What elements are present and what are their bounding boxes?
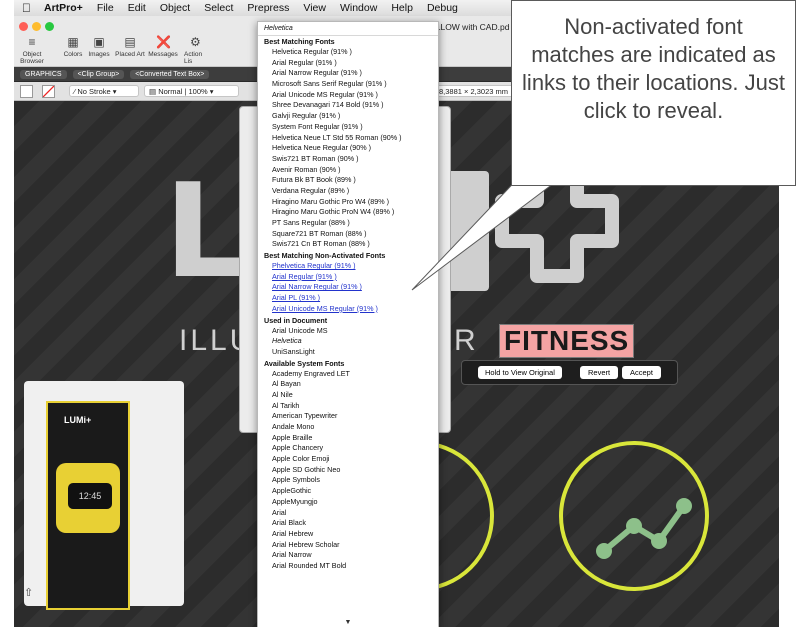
font-option[interactable]: Arial Unicode MS <box>258 326 438 337</box>
menu-app-name[interactable]: ArtPro+ <box>37 2 90 14</box>
trend-icon <box>596 498 692 559</box>
font-option[interactable]: Arial Hebrew <box>258 529 438 540</box>
package-watch-display: 12:45 <box>68 483 112 509</box>
menu-prepress[interactable]: Prepress <box>240 2 296 14</box>
hold-to-view-original-button[interactable]: Hold to View Original <box>478 366 562 379</box>
tagline-mid: R <box>454 324 479 357</box>
font-option[interactable]: Apple Chancery <box>258 443 438 454</box>
breadcrumb-graphics[interactable]: GRAPHICS <box>20 69 67 79</box>
system-fonts-header: Available System Fonts <box>264 358 345 368</box>
highlighted-text-fitness[interactable]: FITNESS <box>499 324 635 358</box>
fill-swatch[interactable] <box>20 85 33 98</box>
best-matching-header: Best Matching Fonts <box>264 37 335 46</box>
font-option[interactable]: Helvetica Regular (91% ) <box>258 47 438 58</box>
blend-icon: ▤ <box>149 87 157 96</box>
font-option[interactable]: AppleMyungjo <box>258 497 438 508</box>
font-option[interactable]: Al Nile <box>258 390 438 401</box>
menu-debug[interactable]: Debug <box>420 2 465 14</box>
font-dropdown-menu: Helvetica Best Matching Fonts Helvetica … <box>257 21 439 627</box>
font-option[interactable]: Al Bayan <box>258 379 438 390</box>
menu-window[interactable]: Window <box>333 2 384 14</box>
package-brand: LUMi+ <box>64 415 92 425</box>
menu-file[interactable]: File <box>90 2 121 14</box>
font-option[interactable]: Galvji Regular (91% ) <box>258 111 438 122</box>
blend-select[interactable]: ▤ Normal | 100% ▾ <box>144 85 239 97</box>
font-option[interactable]: Apple Color Emoji <box>258 454 438 465</box>
placed-art-icon: ▤ <box>124 35 136 49</box>
object-browser-button[interactable]: ≡ Object Browser <box>14 36 53 65</box>
font-option[interactable]: System Font Regular (91% ) <box>258 122 438 133</box>
font-option[interactable]: Arial Black <box>258 518 438 529</box>
apple-icon[interactable]:  <box>14 1 37 15</box>
font-option[interactable]: Apple Braille <box>258 433 438 444</box>
pen-icon: ⁄ <box>74 87 76 96</box>
font-option[interactable]: Helvetica Neue Regular (90% ) <box>258 143 438 154</box>
breadcrumb-clip-group[interactable]: <Clip Group> <box>72 69 125 79</box>
accept-button[interactable]: Accept <box>622 366 661 379</box>
font-option[interactable]: American Typewriter <box>258 411 438 422</box>
font-option[interactable]: Arial Rounded MT Bold <box>258 561 438 572</box>
font-option[interactable]: Arial Narrow Regular (91% ) <box>258 68 438 79</box>
font-option[interactable]: Helvetica <box>258 336 438 347</box>
menu-object[interactable]: Object <box>153 2 197 14</box>
font-option[interactable]: Apple SD Gothic Neo <box>258 465 438 476</box>
font-option[interactable]: Al Tarikh <box>258 401 438 412</box>
stroke-select[interactable]: ⁄ No Stroke ▾ <box>69 85 139 97</box>
package-backdrop: LUMi+ 12:45 ⇧ <box>24 381 184 610</box>
messages-button[interactable]: ❌ Messages <box>142 36 184 58</box>
progress-ring <box>559 441 709 591</box>
callout-annotation: Non-activated font matches are indicated… <box>511 0 796 186</box>
used-in-document-header: Used in Document <box>264 315 328 325</box>
scroll-down-arrow-icon[interactable]: ▼ <box>258 618 438 627</box>
font-option[interactable]: Arial <box>258 508 438 519</box>
callout-pointer <box>411 170 572 291</box>
font-option[interactable]: Helvetica Neue LT Std 55 Roman (90% ) <box>258 133 438 144</box>
non-activated-font-link[interactable]: Arial Unicode MS Regular (91% ) <box>258 304 438 315</box>
font-option[interactable]: Shree Devanagari 714 Bold (91% ) <box>258 100 438 111</box>
object-browser-icon: ≡ <box>28 35 36 49</box>
images-icon: ▣ <box>93 35 105 49</box>
font-option[interactable]: Apple Symbols <box>258 475 438 486</box>
revert-button[interactable]: Revert <box>580 366 619 379</box>
font-option[interactable]: Arial Unicode MS Regular (91% ) <box>258 90 438 101</box>
logo-letter-l: L <box>164 155 247 307</box>
menu-view[interactable]: View <box>296 2 333 14</box>
breadcrumb-text-box[interactable]: <Converted Text Box> <box>130 69 210 79</box>
action-list-button[interactable]: ⚙ Action Lis <box>184 36 212 65</box>
package-box: LUMi+ 12:45 <box>46 401 130 610</box>
preview-actions-bar: Hold to View Original Revert Accept <box>461 360 678 385</box>
font-option[interactable]: Swis721 BT Roman (90% ) <box>258 154 438 165</box>
font-option[interactable]: AppleGothic <box>258 486 438 497</box>
gear-icon: ⚙ <box>190 36 201 49</box>
stroke-swatch[interactable] <box>42 85 55 98</box>
font-option[interactable]: Academy Engraved LET <box>258 369 438 380</box>
font-option[interactable]: Andale Mono <box>258 422 438 433</box>
font-option[interactable]: Arial Regular (91% ) <box>258 58 438 69</box>
font-option[interactable]: Microsoft Sans Serif Regular (91% ) <box>258 79 438 90</box>
font-search-field[interactable]: Helvetica <box>258 22 438 36</box>
zoom-window-button[interactable] <box>45 22 54 31</box>
dimensions-field[interactable]: 8,3881 × 2,3023 mm <box>434 85 514 97</box>
menu-select[interactable]: Select <box>197 2 240 14</box>
share-icon[interactable]: ⇧ <box>24 586 33 599</box>
font-option[interactable]: Arial Hebrew Scholar <box>258 540 438 551</box>
font-option[interactable]: UniSansLight <box>258 347 438 358</box>
menu-help[interactable]: Help <box>384 2 420 14</box>
minimize-window-button[interactable] <box>32 22 41 31</box>
close-window-button[interactable] <box>19 22 28 31</box>
error-icon: ❌ <box>156 35 171 49</box>
menu-edit[interactable]: Edit <box>121 2 153 14</box>
font-option[interactable]: Arial Narrow <box>258 550 438 561</box>
